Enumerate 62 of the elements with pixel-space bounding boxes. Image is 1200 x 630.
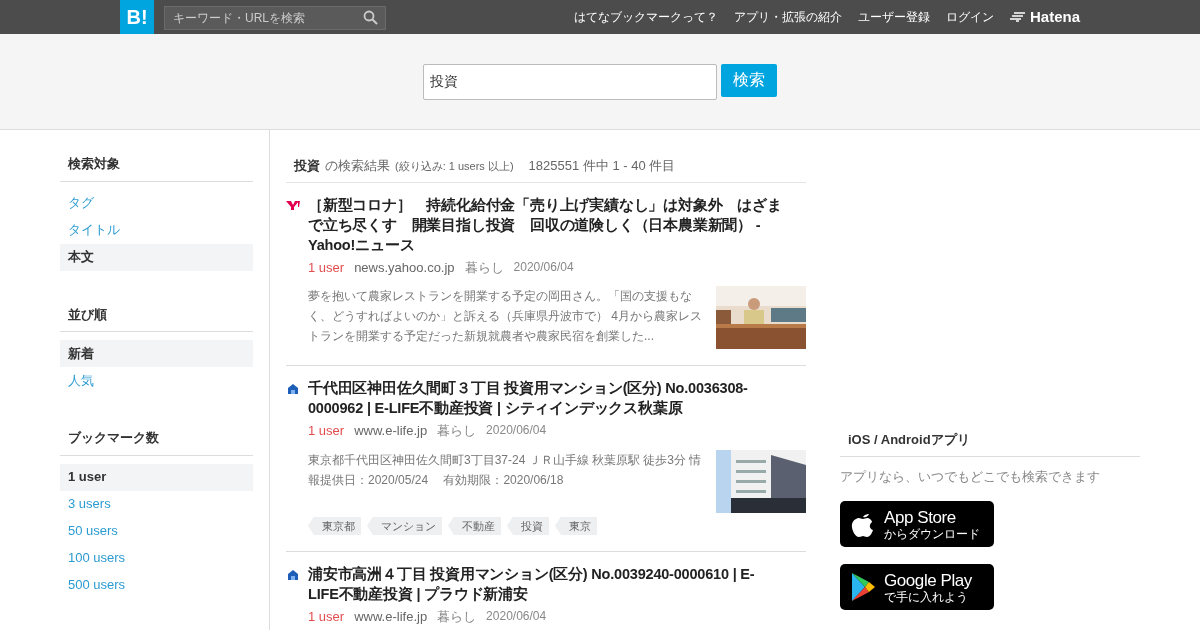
store-badge[interactable]: Google Play で手に入れよう <box>840 564 994 610</box>
section-title: 並び順 <box>60 304 253 332</box>
search-field[interactable]: 投資 <box>423 63 717 100</box>
result-title[interactable]: 千代田区神田佐久間町３丁目 投資用マンション(区分) No.0036308-0000962 | E-LIFE不動産投資 | シティインデックス秋葉原 <box>308 378 782 418</box>
filter-item[interactable]: 50 users <box>60 517 253 545</box>
badge-subtitle: で手に入れよう <box>884 590 969 603</box>
filter-note: (絞り込み: 1 users 以上) <box>395 159 514 174</box>
logo[interactable]: B! <box>120 0 154 34</box>
badge-title: Google Play <box>884 571 972 589</box>
filter-item[interactable]: タグ <box>60 189 253 217</box>
results-label: の検索結果 <box>325 157 390 175</box>
filter-item[interactable]: 3 users <box>60 490 253 518</box>
nav-link[interactable]: アプリ・拡張の紹介 <box>733 8 842 26</box>
domain-link[interactable]: www.e-life.jp <box>354 607 428 627</box>
hatena-brand[interactable]: Hatena <box>1029 5 1080 29</box>
tag-chip[interactable]: マンション <box>367 516 442 535</box>
house-icon <box>287 569 299 581</box>
hatena-mark-icon <box>1009 12 1026 22</box>
badge-subtitle: からダウンロード <box>884 527 980 540</box>
section-title: 検索対象 <box>60 154 253 182</box>
filter-item[interactable]: 500 users <box>60 571 253 599</box>
filter-item[interactable]: タイトル <box>60 216 253 244</box>
user-count[interactable]: 1 user <box>308 421 345 441</box>
y-logo-icon <box>286 200 300 210</box>
search-icon[interactable] <box>363 9 378 25</box>
filter-item[interactable]: 本文 <box>60 243 253 271</box>
keyword-search-field[interactable]: キーワード・URLを検索 <box>164 5 386 30</box>
result-title[interactable]: ［新型コロナ］ 持続化給付金「売り上げ実績なし」は対象外 はざまで立ち尽くす 開業目指し投資 回収の道険しく（日本農業新聞） - Yahoo!ニュース <box>308 194 782 255</box>
apps-title: iOS / Androidアプリ <box>840 430 1140 457</box>
badge-title: App Store <box>884 508 957 526</box>
filter-item[interactable]: 1 user <box>60 463 253 491</box>
tag-chip[interactable]: 不動産 <box>448 516 501 535</box>
nav-link[interactable]: はてなブックマークって？ <box>573 8 718 26</box>
category-link[interactable]: 暮らし <box>464 257 504 277</box>
user-count[interactable]: 1 user <box>308 257 345 277</box>
nav-link[interactable]: ログイン <box>945 8 994 26</box>
store-badge[interactable]: App Store からダウンロード <box>840 501 994 547</box>
user-count[interactable]: 1 user <box>308 607 345 627</box>
section-title: ブックマーク数 <box>60 428 253 456</box>
category-link[interactable]: 暮らし <box>437 607 477 627</box>
search-button[interactable]: 検索 <box>721 63 777 97</box>
date-text: 2020/06/04 <box>486 422 547 439</box>
date-text: 2020/06/04 <box>486 608 547 625</box>
date-text: 2020/06/04 <box>513 258 574 276</box>
apps-text: アプリなら、いつでもどこでも検索できます <box>840 467 1101 486</box>
tag-chip[interactable]: 投資 <box>507 516 549 535</box>
summary-text: 東京都千代田区神田佐久間町3丁目37-24 ＪＲ山手線 秋葉原駅 徒歩3分 情報提供日：2020/05/24 有効期限：2020/06/18 <box>308 451 703 489</box>
query-text: 投資 <box>294 157 320 175</box>
filter-item[interactable]: 100 users <box>60 544 253 572</box>
summary-text: 夢を抱いて農家レストランを開業する予定の岡田さん。「国の支援もなく、どうすればよいのか」と訴える（兵庫県丹波市で） 4月から農家レストランを開業する予定だった新規就農者や農家民宿を創業した... <box>308 288 703 345</box>
nav-link[interactable]: ユーザー登録 <box>857 8 930 26</box>
domain-link[interactable]: www.e-life.jp <box>354 421 428 441</box>
result-title[interactable]: 浦安市高洲４丁目 投資用マンション(区分) No.0039240-0000610 | E-LIFE不動産投資 | プラウド新浦安 <box>308 564 782 604</box>
category-link[interactable]: 暮らし <box>437 421 477 441</box>
filter-item[interactable]: 新着 <box>60 340 253 367</box>
filter-item[interactable]: 人気 <box>60 367 253 394</box>
play-icon <box>850 572 876 602</box>
result-count: 1825551 件中 1 - 40 件目 <box>528 157 676 175</box>
tag-chip[interactable]: 東京都 <box>308 516 361 535</box>
tag-chip[interactable]: 東京 <box>555 516 597 535</box>
domain-link[interactable]: news.yahoo.co.jp <box>354 257 455 277</box>
house-icon <box>287 383 299 395</box>
